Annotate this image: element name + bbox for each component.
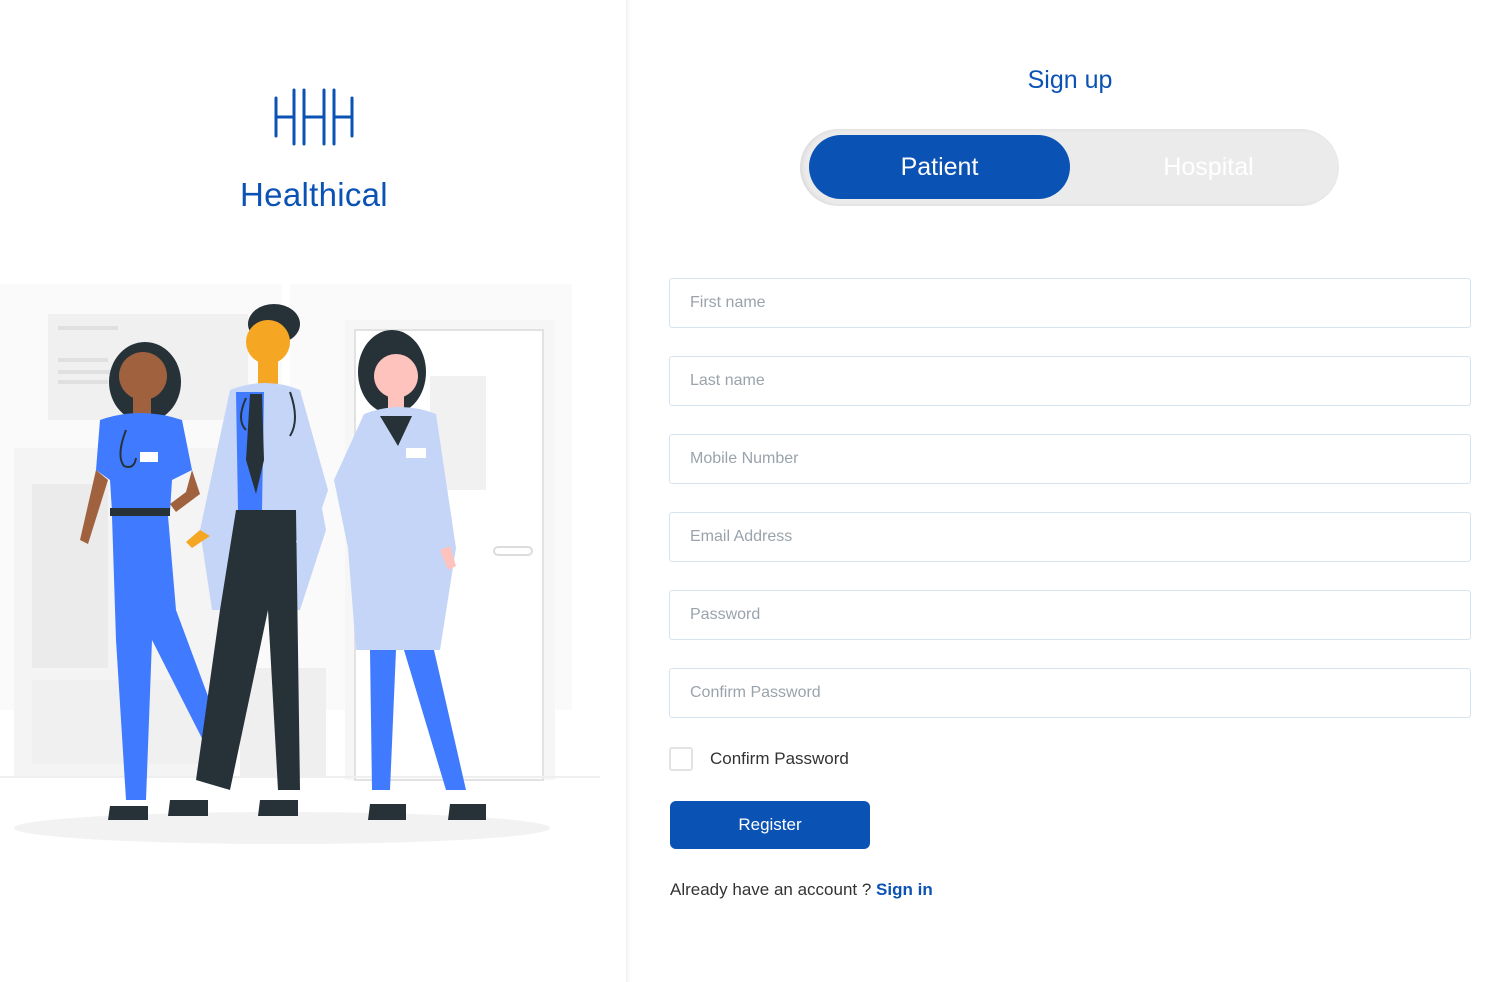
user-type-toggle: Patient Hospital <box>800 129 1339 206</box>
tab-hospital[interactable]: Hospital <box>1078 135 1339 199</box>
tab-patient[interactable]: Patient <box>809 135 1070 199</box>
first-name-field <box>669 278 1471 328</box>
signin-prompt: Already have an account ? Sign in <box>670 880 933 900</box>
last-name-field <box>669 356 1471 406</box>
signin-prompt-text: Already have an account ? <box>670 880 872 899</box>
first-name-input[interactable] <box>670 279 1470 327</box>
signin-link[interactable]: Sign in <box>876 880 933 899</box>
medical-staff-illustration <box>0 284 600 844</box>
page-title: Sign up <box>1027 66 1113 94</box>
mobile-number-field <box>669 434 1471 484</box>
mobile-number-input[interactable] <box>670 435 1470 483</box>
confirm-checkbox[interactable] <box>669 747 693 771</box>
hhh-logo-icon <box>274 88 354 146</box>
email-field <box>669 512 1471 562</box>
register-button[interactable]: Register <box>670 801 870 849</box>
password-field <box>669 590 1471 640</box>
branding-panel: Healthical <box>0 0 628 982</box>
confirm-password-field <box>669 668 1471 718</box>
confirm-password-input[interactable] <box>670 669 1470 717</box>
confirm-checkbox-row: Confirm Password <box>669 747 849 771</box>
email-input[interactable] <box>670 513 1470 561</box>
last-name-input[interactable] <box>670 357 1470 405</box>
panel-divider <box>626 0 630 982</box>
confirm-checkbox-label: Confirm Password <box>710 749 849 768</box>
brand-name: Healthical <box>240 176 388 213</box>
password-input[interactable] <box>670 591 1470 639</box>
